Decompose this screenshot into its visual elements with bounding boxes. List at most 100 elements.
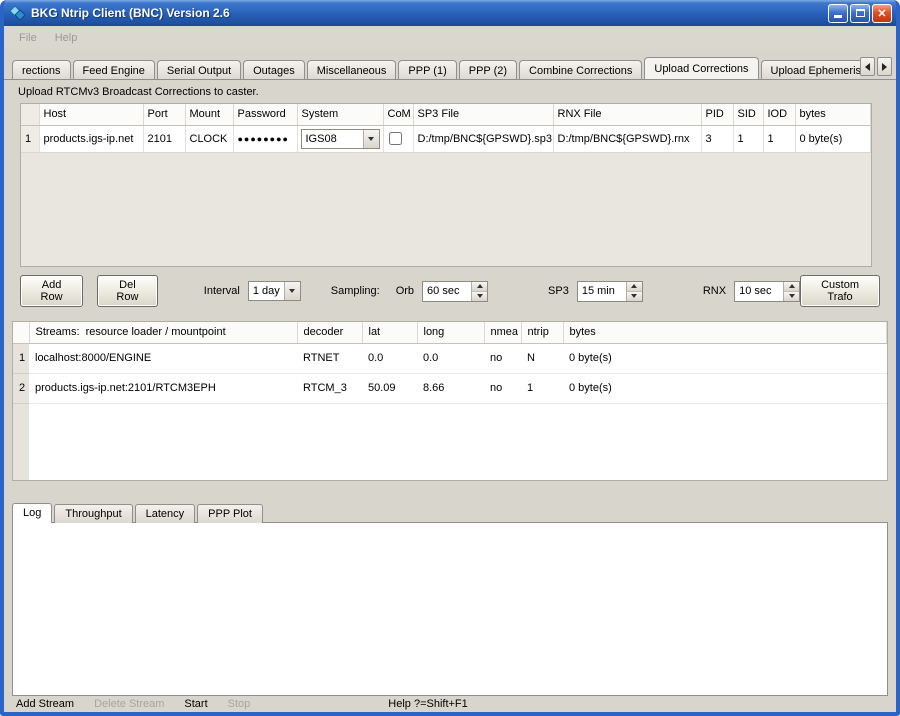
mountpoint-cell: localhost:8000/ENGINE <box>29 343 297 373</box>
sid-cell[interactable]: 1 <box>733 125 763 152</box>
orb-label: Orb <box>396 285 414 297</box>
sp3-label: SP3 <box>548 285 569 297</box>
minimize-button[interactable] <box>828 4 848 23</box>
sp3-spinbox-value: 15 min <box>578 282 626 301</box>
help-shortcut-label: Help ?=Shift+F1 <box>388 698 468 710</box>
column-header-pid: PID <box>701 104 733 125</box>
upload-table-body: HostPortMountPasswordSystemCoMSP3 FileRN… <box>21 104 871 152</box>
arrow-left-icon <box>865 63 870 71</box>
tab-feed-engine[interactable]: Feed Engine <box>73 60 155 79</box>
custom-trafo-button[interactable]: Custom Trafo <box>800 275 880 307</box>
column-header-host: Host <box>39 104 143 125</box>
rnx-label: RNX <box>703 285 726 297</box>
rnx-spinbox-value: 10 sec <box>735 282 783 301</box>
tab-throughput[interactable]: Throughput <box>54 504 132 523</box>
interval-combobox[interactable]: 1 day <box>248 281 301 301</box>
menu-help[interactable]: Help <box>46 29 87 47</box>
tab-combine-corrections[interactable]: Combine Corrections <box>519 60 642 79</box>
ntrip-cell: N <box>521 343 563 373</box>
stop-button[interactable]: Stop <box>228 698 251 710</box>
tab-bar: rectionsFeed EngineSerial OutputOutagesM… <box>4 49 896 80</box>
host-cell[interactable]: products.igs-ip.net <box>39 125 143 152</box>
streams-table: Streams: resource loader / mountpointdec… <box>13 322 887 404</box>
orb-spinbox-slot: 60 sec <box>422 281 488 302</box>
row-number: 1 <box>13 343 29 373</box>
tab-upload-ephemeris[interactable]: Upload Ephemeris <box>761 60 860 79</box>
tab-upload-corrections[interactable]: Upload Corrections <box>644 57 758 79</box>
com-checkbox[interactable] <box>389 132 402 145</box>
column-header-mount: Mount <box>185 104 233 125</box>
tab-ppp-plot[interactable]: PPP Plot <box>197 504 263 523</box>
system-combobox-value: IGS08 <box>302 132 363 146</box>
upload-header-row: HostPortMountPasswordSystemCoMSP3 FileRN… <box>21 104 871 125</box>
tab-miscellaneous[interactable]: Miscellaneous <box>307 60 397 79</box>
column-header-decoder: decoder <box>297 322 362 343</box>
window-title: BKG Ntrip Client (BNC) Version 2.6 <box>31 6 826 20</box>
maximize-button[interactable] <box>850 4 870 23</box>
rnx-file-cell[interactable]: D:/tmp/BNC${GPSWD}.rnx <box>553 125 701 152</box>
system-combobox[interactable]: IGS08 <box>301 129 380 149</box>
delete-stream-button[interactable]: Delete Stream <box>94 698 164 710</box>
row-number: 2 <box>13 373 29 403</box>
sp3-spinbox-up-button[interactable] <box>627 282 642 291</box>
del-row-button[interactable]: Del Row <box>97 275 158 307</box>
mountpoint-cell: products.igs-ip.net:2101/RTCM3EPH <box>29 373 297 403</box>
orb-spinbox-up-button[interactable] <box>472 282 487 291</box>
decoder-cell: RTNET <box>297 343 362 373</box>
tab-outages[interactable]: Outages <box>243 60 305 79</box>
long-cell: 0.0 <box>417 343 484 373</box>
column-header-sid: SID <box>733 104 763 125</box>
arrow-up-icon <box>631 284 637 288</box>
streams-header-row: Streams: resource loader / mountpointdec… <box>13 322 887 343</box>
rnx-spinbox-down-button[interactable] <box>784 291 799 301</box>
tab-scroll-left-button[interactable] <box>860 57 875 76</box>
iod-cell[interactable]: 1 <box>763 125 795 152</box>
stream-row[interactable]: 1localhost:8000/ENGINERTNET0.00.0noN0 by… <box>13 343 887 373</box>
tab-scroll-right-button[interactable] <box>877 57 892 76</box>
close-button[interactable]: ✕ <box>872 4 892 23</box>
sp3-spinbox[interactable]: 15 min <box>577 281 643 302</box>
tab-ppp-2[interactable]: PPP (2) <box>459 60 517 79</box>
tab-log[interactable]: Log <box>12 503 52 523</box>
column-header-system: System <box>297 104 383 125</box>
upload-controls: Add Row Del Row Interval 1 day Sampling:… <box>20 275 880 307</box>
interval-combobox-slot: 1 day <box>248 281 301 301</box>
lat-cell: 0.0 <box>362 343 417 373</box>
tab-ppp-1[interactable]: PPP (1) <box>398 60 456 79</box>
arrow-down-icon <box>789 294 795 298</box>
start-button[interactable]: Start <box>184 698 207 710</box>
sp3-file-cell[interactable]: D:/tmp/BNC${GPSWD}.sp3 <box>413 125 553 152</box>
tab-rections[interactable]: rections <box>12 60 71 79</box>
rnx-spinbox-up-button[interactable] <box>784 282 799 291</box>
column-header-streams-resource-loader-mountp: Streams: resource loader / mountpoint <box>29 322 297 343</box>
streams-table-body: Streams: resource loader / mountpointdec… <box>13 322 887 403</box>
tab-latency[interactable]: Latency <box>135 504 196 523</box>
column-header-password: Password <box>233 104 297 125</box>
streams-table-frame: Streams: resource loader / mountpointdec… <box>12 321 888 481</box>
row-number-header <box>21 104 39 125</box>
row-number: 1 <box>21 125 39 152</box>
mount-cell[interactable]: CLOCK <box>185 125 233 152</box>
column-header-com: CoM <box>383 104 413 125</box>
port-cell[interactable]: 2101 <box>143 125 185 152</box>
add-row-button[interactable]: Add Row <box>20 275 83 307</box>
orb-spinbox-down-button[interactable] <box>472 291 487 301</box>
sp3-spinbox-slot: 15 min <box>577 281 643 302</box>
sampling-label: Sampling: <box>331 285 380 297</box>
sp3-spinbox-down-button[interactable] <box>627 291 642 301</box>
orb-spinbox[interactable]: 60 sec <box>422 281 488 302</box>
rnx-spinbox[interactable]: 10 sec <box>734 281 800 302</box>
menu-file[interactable]: File <box>10 29 46 47</box>
stream-row[interactable]: 2products.igs-ip.net:2101/RTCM3EPHRTCM_3… <box>13 373 887 403</box>
upload-table-frame: HostPortMountPasswordSystemCoMSP3 FileRN… <box>20 103 872 267</box>
password-cell[interactable]: ●●●●●●●● <box>233 125 297 152</box>
tab-serial-output[interactable]: Serial Output <box>157 60 241 79</box>
arrow-right-icon <box>882 63 887 71</box>
com-cell <box>383 125 413 152</box>
maximize-icon <box>856 9 865 17</box>
tab-scrollers <box>858 57 892 76</box>
orb-spinbox-value: 60 sec <box>423 282 471 301</box>
bottom-tab-bar: LogThroughputLatencyPPP Plot <box>12 491 888 522</box>
pid-cell[interactable]: 3 <box>701 125 733 152</box>
add-stream-button[interactable]: Add Stream <box>16 698 74 710</box>
